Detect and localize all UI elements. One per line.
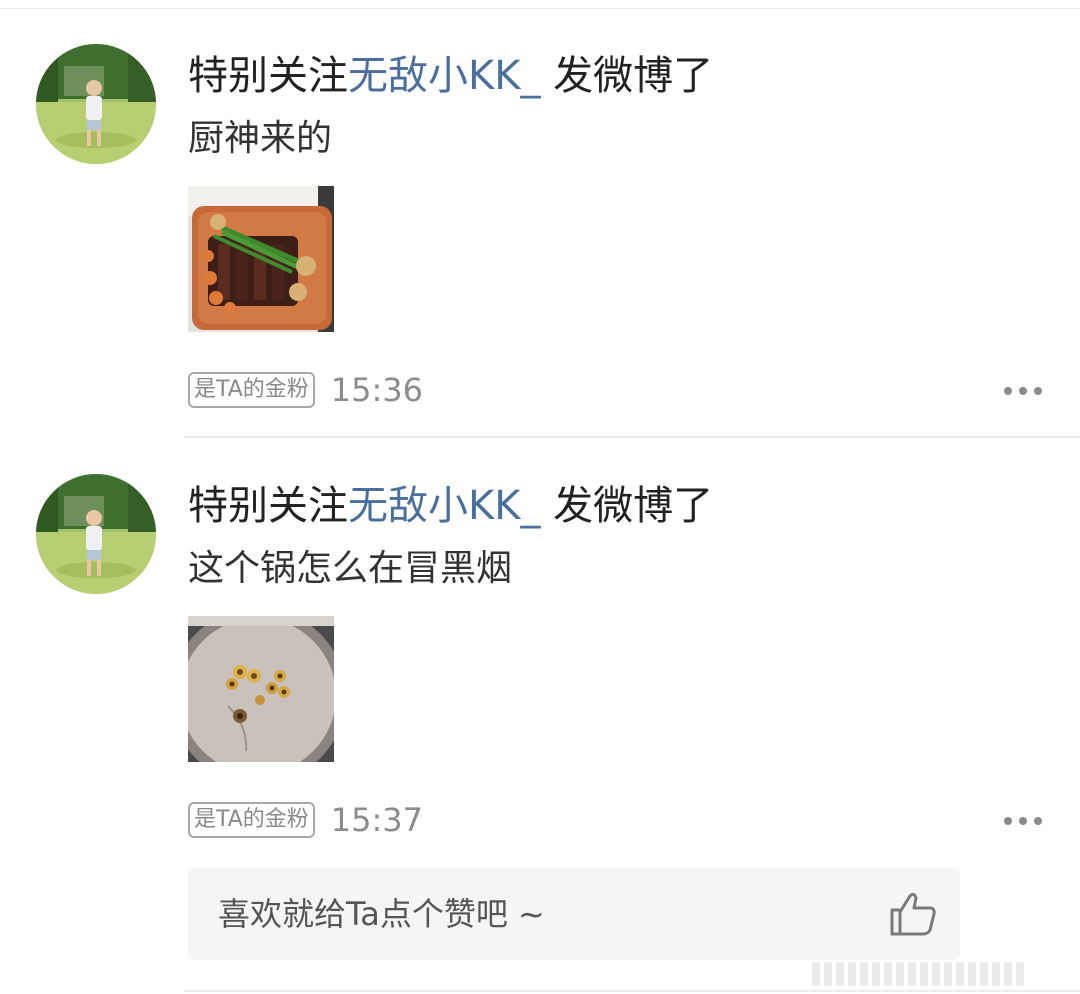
posted-label: 发微博了: [540, 53, 714, 99]
bottom-divider: [184, 990, 1080, 992]
thumbs-up-icon[interactable]: [888, 890, 938, 938]
top-divider: [0, 8, 1080, 9]
like-prompt-text: 喜欢就给Ta点个赞吧 ~: [218, 895, 545, 933]
like-prompt-box[interactable]: 喜欢就给Ta点个赞吧 ~: [188, 868, 960, 960]
post-headline: 特别关注无敌小KK_ 发微博了: [188, 48, 713, 104]
avatar[interactable]: [36, 44, 156, 164]
watermark: [812, 962, 1042, 986]
username-link[interactable]: 无敌小KK_: [348, 483, 540, 529]
post-meta: 是TA的金粉 15:36: [188, 372, 423, 408]
username-link[interactable]: 无敌小KK_: [348, 53, 540, 99]
post-divider: [184, 436, 1080, 438]
post-meta: 是TA的金粉 15:37: [188, 802, 423, 838]
more-dots-icon[interactable]: [1004, 815, 1042, 827]
post-time: 15:37: [330, 801, 423, 839]
special-follow-label: 特别关注: [188, 483, 348, 529]
posted-label: 发微博了: [540, 483, 714, 529]
post-headline: 特别关注无敌小KK_ 发微博了: [188, 478, 713, 534]
post-text[interactable]: 厨神来的: [188, 114, 332, 164]
post-image-pan[interactable]: [188, 616, 334, 762]
post-text[interactable]: 这个锅怎么在冒黑烟: [188, 544, 512, 594]
post-image-steak[interactable]: [188, 186, 334, 332]
gold-fan-badge: 是TA的金粉: [188, 802, 315, 838]
more-dots-icon[interactable]: [1004, 385, 1042, 397]
special-follow-label: 特别关注: [188, 53, 348, 99]
post-time: 15:36: [330, 371, 423, 409]
gold-fan-badge: 是TA的金粉: [188, 372, 315, 408]
avatar[interactable]: [36, 474, 156, 594]
